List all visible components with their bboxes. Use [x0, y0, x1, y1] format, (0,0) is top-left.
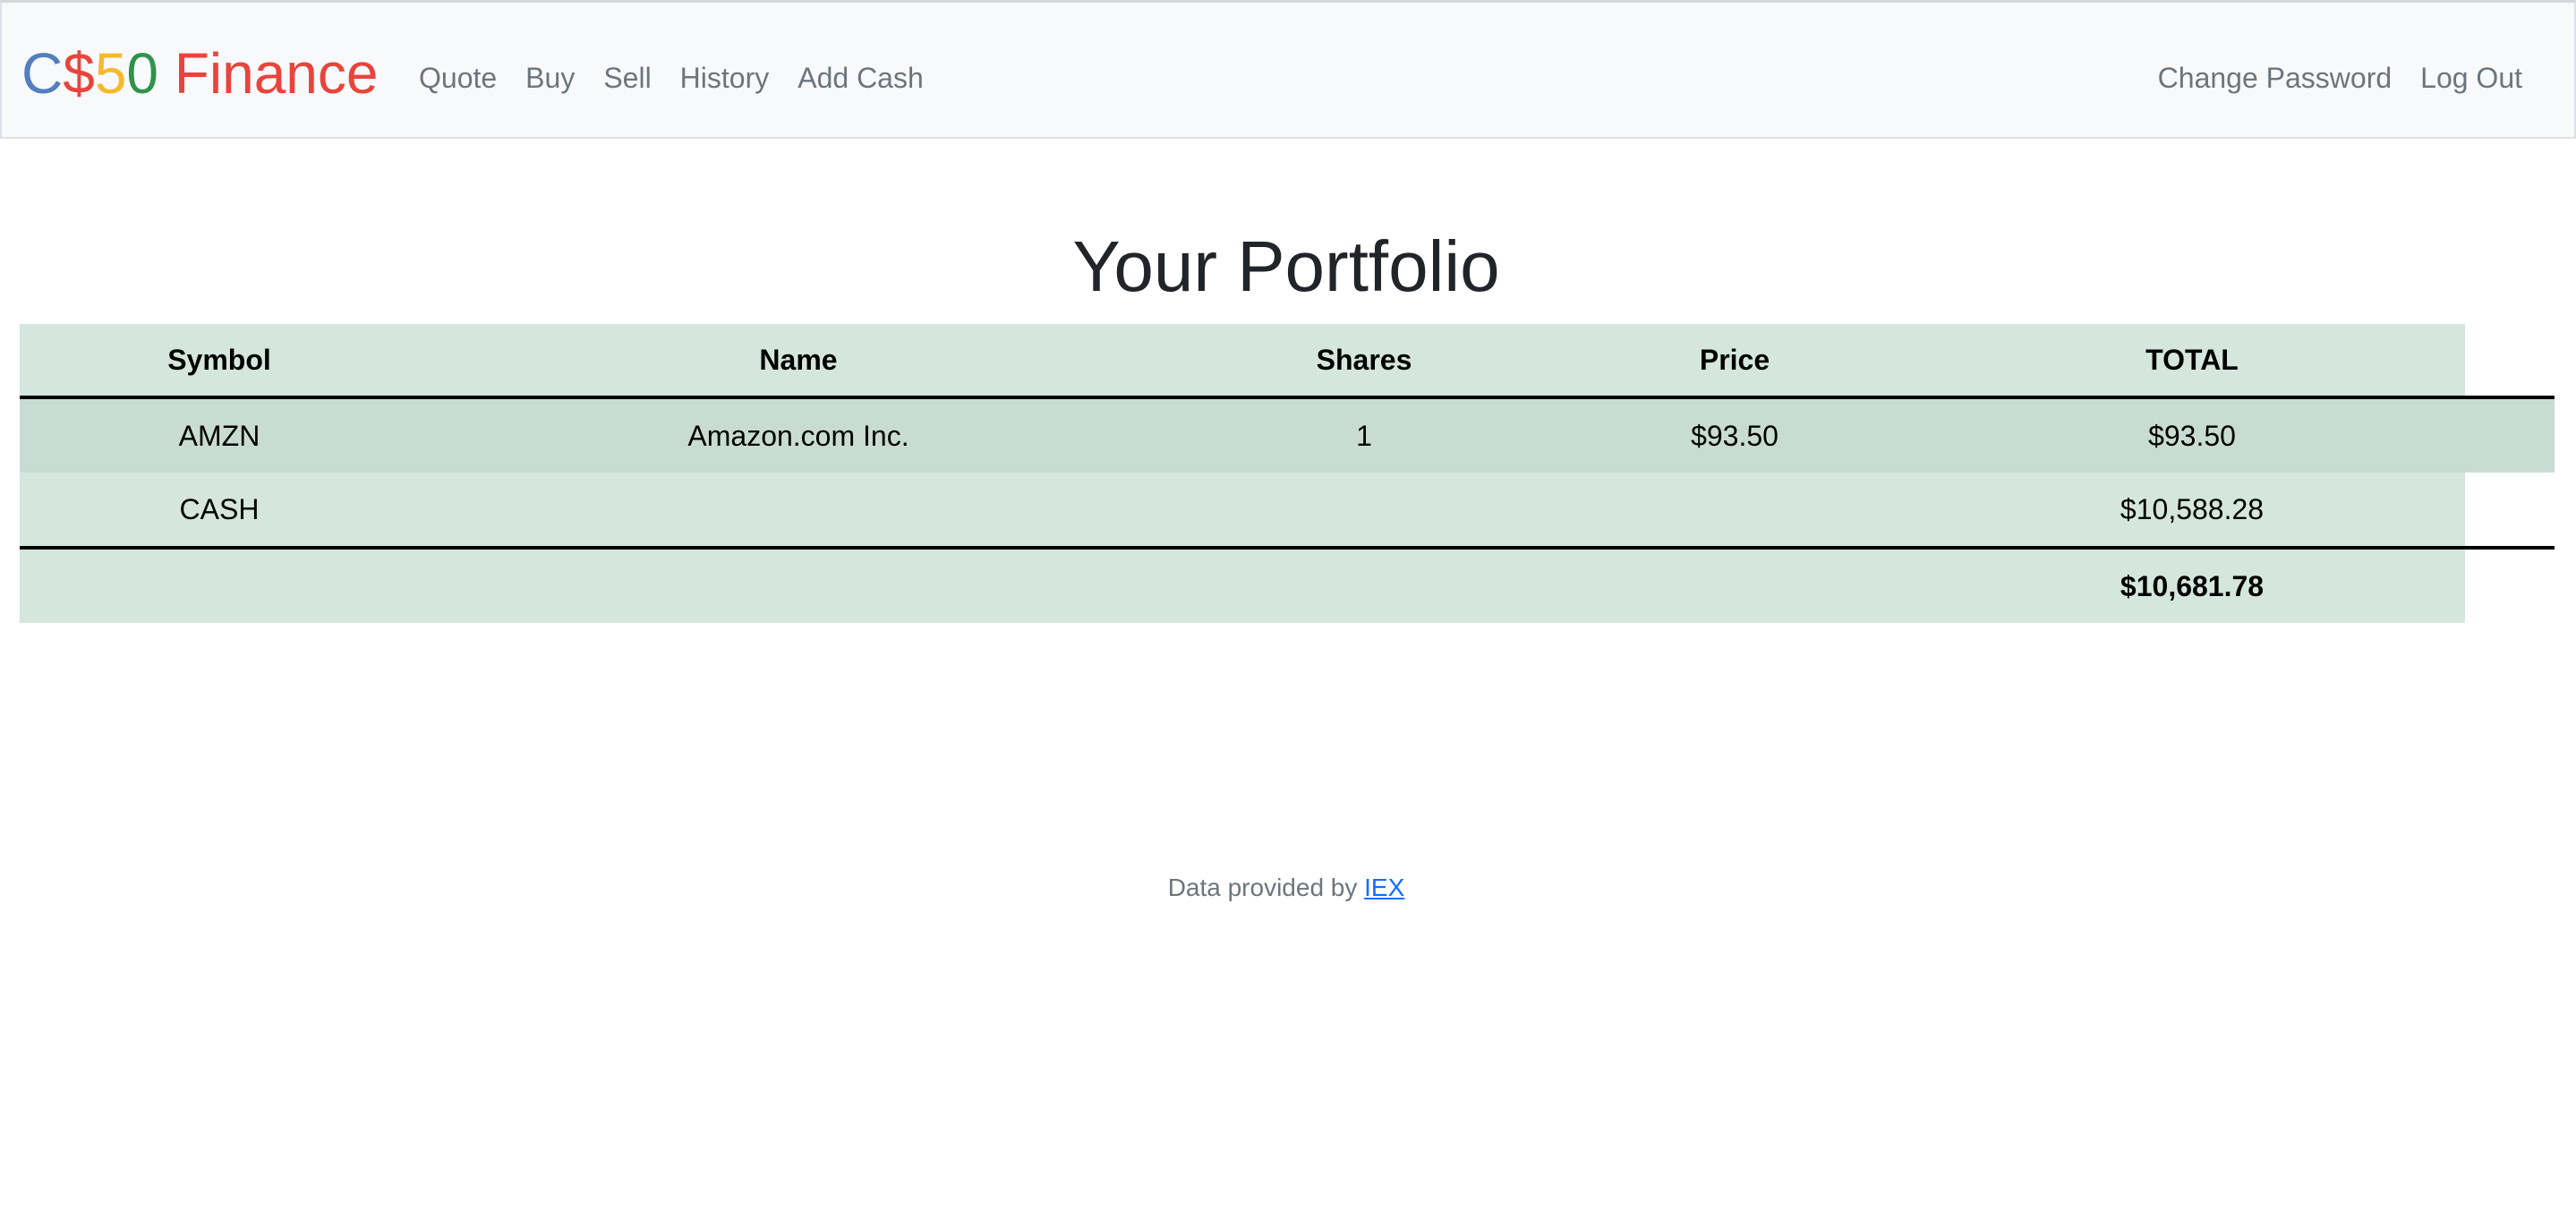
nav-right: Change Password Log Out — [2144, 58, 2537, 98]
nav-link-history[interactable]: History — [666, 58, 784, 98]
brand-letter-c: C — [21, 41, 64, 106]
nav-link-quote[interactable]: Quote — [405, 58, 511, 98]
header-spacer — [2465, 324, 2555, 397]
header-total: TOTAL — [1919, 324, 2465, 397]
total-empty-1 — [20, 548, 419, 623]
brand-digit-0: 0 — [126, 41, 158, 106]
nav-link-add-cash[interactable]: Add Cash — [783, 58, 938, 98]
iex-link[interactable]: IEX — [1364, 874, 1404, 901]
nav-left: Quote Buy Sell History Add Cash — [405, 58, 938, 98]
nav-link-log-out[interactable]: Log Out — [2406, 58, 2537, 98]
header-name: Name — [419, 324, 1178, 397]
brand-digit-5: 5 — [94, 41, 127, 106]
table-row: AMZN Amazon.com Inc. 1 $93.50 $93.50 — [20, 397, 2555, 473]
cell-symbol: AMZN — [20, 397, 419, 473]
cash-total: $10,588.28 — [1919, 473, 2465, 548]
navbar: C$50 Finance Quote Buy Sell History Add … — [0, 0, 2576, 139]
cell-total: $93.50 — [1919, 397, 2465, 473]
nav-link-sell[interactable]: Sell — [589, 58, 665, 98]
brand-logo-link[interactable]: C$50 Finance — [21, 38, 378, 108]
header-symbol: Symbol — [20, 324, 419, 397]
portfolio-table: Symbol Name Shares Price TOTAL AMZN Amaz… — [20, 324, 2555, 623]
table-header-row: Symbol Name Shares Price TOTAL — [20, 324, 2555, 397]
grand-total-row: $10,681.78 — [20, 548, 2555, 623]
cell-price: $93.50 — [1550, 397, 1919, 473]
grand-total-value: $10,681.78 — [1919, 548, 2465, 623]
cell-shares: 1 — [1178, 397, 1550, 473]
cell-name: Amazon.com Inc. — [419, 397, 1178, 473]
cell-spacer — [2465, 397, 2555, 473]
footer: Data provided by IEX — [0, 870, 2572, 906]
footer-text: Data provided by — [1167, 874, 1365, 901]
cash-shares-empty — [1178, 473, 1550, 548]
nav-link-buy[interactable]: Buy — [511, 58, 589, 98]
header-price: Price — [1550, 324, 1919, 397]
cash-label: CASH — [20, 473, 419, 548]
cash-spacer — [2465, 473, 2555, 548]
cash-price-empty — [1550, 473, 1919, 548]
nav-link-change-password[interactable]: Change Password — [2144, 58, 2406, 98]
total-empty-3 — [1178, 548, 1550, 623]
total-empty-2 — [419, 548, 1178, 623]
page-title: Your Portfolio — [1072, 226, 1500, 306]
header-shares: Shares — [1178, 324, 1550, 397]
brand-finance: Finance — [158, 41, 379, 106]
total-empty-4 — [1550, 548, 1919, 623]
cash-row: CASH $10,588.28 — [20, 473, 2555, 548]
total-spacer — [2465, 548, 2555, 623]
cash-name-empty — [419, 473, 1178, 548]
brand-dollar: $ — [63, 41, 95, 106]
